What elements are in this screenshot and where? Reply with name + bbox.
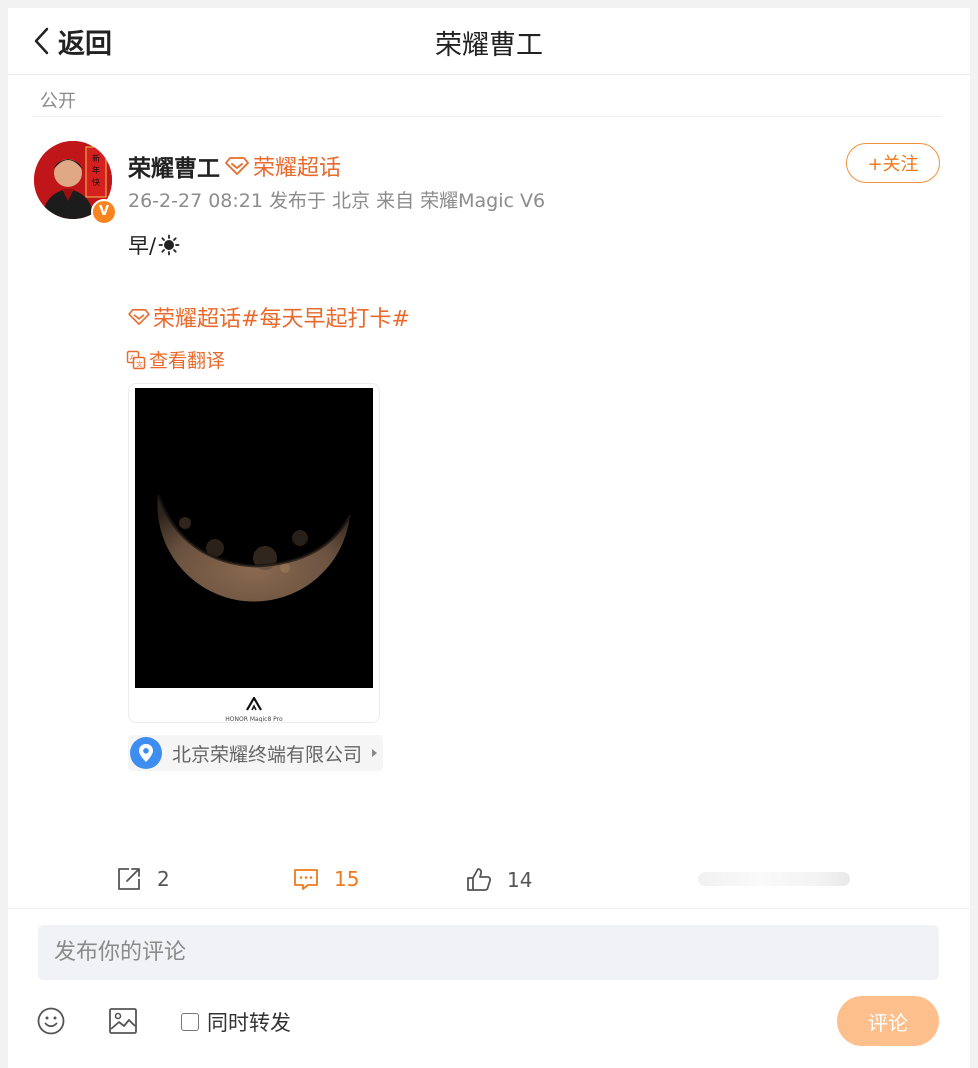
moon-photo — [135, 388, 373, 688]
brand-mark: HONOR Magic8 Pro — [129, 695, 379, 723]
top-bar: 返回 荣耀曹工 — [8, 8, 970, 75]
post-tags: 荣耀超话 #每天早起打卡# — [128, 301, 410, 333]
action-bar: 2 15 14 — [8, 856, 970, 902]
image-icon — [109, 1008, 137, 1034]
image-upload-button[interactable] — [108, 1007, 138, 1039]
thumbs-up-icon — [467, 868, 492, 891]
location-label: 北京荣耀终端有限公司 — [172, 743, 363, 766]
supertopic-link[interactable]: 荣耀超话 — [225, 150, 341, 182]
like-count: 14 — [507, 868, 533, 892]
comment-count: 15 — [334, 867, 360, 891]
sun-icon — [158, 234, 180, 256]
like-button[interactable]: 14 — [465, 866, 532, 894]
arrow-right-icon — [372, 749, 378, 757]
image-caption: HONOR Magic8 Pro — [225, 716, 283, 723]
svg-text:快: 快 — [92, 177, 100, 187]
repost-button[interactable]: 2 — [115, 865, 170, 893]
translate-icon: A 文 — [126, 350, 146, 369]
comment-icon — [294, 869, 318, 890]
translate-link[interactable]: A 文 查看翻译 — [126, 346, 225, 373]
diamond-icon — [225, 157, 249, 175]
smiley-icon — [37, 1007, 65, 1035]
submit-comment-button[interactable]: 评论 — [837, 996, 939, 1046]
share-icon — [118, 868, 140, 890]
repost-count: 2 — [157, 867, 170, 891]
divider — [8, 908, 970, 909]
comment-input[interactable] — [38, 925, 939, 980]
location-tag[interactable]: 北京荣耀终端有限公司 — [128, 735, 384, 771]
blurred-element — [698, 872, 850, 886]
svg-text:文: 文 — [136, 359, 143, 368]
author-name[interactable]: 荣耀曹工 — [128, 149, 220, 183]
supertopic-tag[interactable]: 荣耀超话 — [153, 301, 241, 333]
divider — [32, 116, 942, 117]
svg-text:新: 新 — [92, 153, 100, 163]
emoji-button[interactable] — [37, 1007, 65, 1039]
post-image[interactable]: HONOR Magic8 Pro — [128, 383, 380, 723]
post-meta: 26-2-27 08:21 发布于 北京 来自 荣耀Magic V6 — [128, 190, 546, 212]
follow-button[interactable]: +关注 — [846, 143, 940, 183]
visibility-label: 公开 — [40, 91, 76, 112]
post-text: 早/ — [128, 234, 157, 258]
repost-checkbox-label: 同时转发 — [207, 1011, 291, 1035]
verified-badge: V — [91, 199, 117, 225]
comment-button[interactable]: 15 — [292, 865, 359, 893]
weibo-post-page: 返回 荣耀曹工 公开 新 年 快 V 荣耀曹工 荣耀超话 26-2-27 08:… — [8, 8, 970, 1068]
location-pin-icon — [130, 737, 162, 769]
checkbox-icon[interactable] — [181, 1013, 199, 1031]
translate-label: 查看翻译 — [149, 350, 226, 372]
repost-checkbox[interactable]: 同时转发 — [181, 1007, 291, 1037]
honor-logo-icon — [246, 695, 262, 711]
page-title: 荣耀曹工 — [435, 30, 543, 61]
svg-text:年: 年 — [92, 165, 100, 175]
svg-text:A: A — [130, 354, 135, 362]
post-body: 早/ — [128, 230, 180, 260]
supertopic-label: 荣耀超话 — [253, 156, 342, 181]
hashtag-link[interactable]: #每天早起打卡# — [241, 301, 410, 333]
diamond-icon — [128, 308, 150, 326]
